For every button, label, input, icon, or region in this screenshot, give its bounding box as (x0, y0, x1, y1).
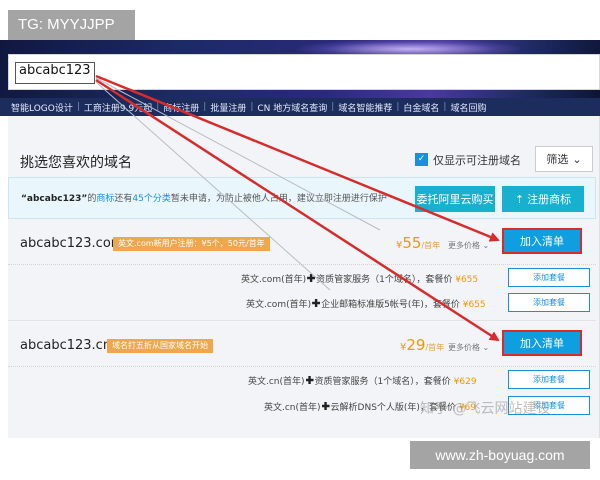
filter-dropdown[interactable]: 筛选 ⌄ (535, 146, 593, 172)
more-price-toggle[interactable]: 更多价格 ⌄ (448, 342, 489, 353)
promo-tag: 英文.com新用户注册：¥5个，50元/首年 (113, 237, 270, 251)
notice-domain: “abcabc123” (21, 194, 88, 204)
bundle-prefix: 英文.cn(首年) (248, 377, 305, 387)
filter-label[interactable]: 仅显示可注册域名 (433, 152, 521, 168)
nav-item-cn-domain-lookup[interactable]: CN 地方域名查询 (254, 101, 330, 114)
search-box[interactable]: abcabc123 (8, 54, 600, 90)
trademark-link[interactable]: 商标 (96, 194, 114, 204)
filter-dropdown-label: 筛选 (546, 153, 569, 166)
bundle-price: ¥655 (462, 300, 486, 310)
domain-name: abcabc123.cn (20, 338, 112, 353)
notice-text-3: 暂未申请，为防止被他人占用，建议立即注册进行保护 (170, 194, 387, 204)
card-title: 挑选您喜欢的域名 (20, 155, 132, 171)
notice-text: “abcabc123”的商标还有45个分类暂未申请，为防止被他人占用，建议立即注… (21, 191, 387, 204)
card-header: 挑选您喜欢的域名 ✓ 仅显示可注册域名 筛选 ⌄ (8, 143, 596, 175)
bundle-prefix: 英文.com(首年) (241, 275, 307, 285)
domain-price: ¥55/首年 (396, 234, 440, 252)
register-trademark-button[interactable]: ⇡ 注册商标 (502, 186, 584, 212)
price-value: 29 (406, 336, 426, 354)
domain-name: abcabc123.com (20, 236, 124, 251)
add-bundle-button[interactable]: 添加套餐 (508, 293, 590, 312)
bundle-row: 英文.com(首年) 企业邮箱标准版5帐号(年)，套餐价 ¥655 添加套餐 (8, 291, 596, 315)
search-input[interactable]: abcabc123 (15, 62, 95, 84)
nav-item-domain-recommend[interactable]: 域名智能推荐 (335, 101, 395, 114)
chevron-down-icon: ⌄ (572, 152, 582, 166)
bundle-item: 资质管家服务（1个域名） (316, 275, 417, 285)
add-to-list-button[interactable]: 加入清单 (502, 228, 582, 254)
categories-link[interactable]: 45个分类 (132, 194, 170, 204)
domain-row-cn: abcabc123.cn 域名打五折从国家域名开始 ¥29/首年 更多价格 ⌄ … (8, 326, 596, 366)
domain-price: ¥29/首年 (400, 336, 444, 354)
plus-icon (307, 274, 316, 282)
bundle-prefix: 英文.cn(首年) (264, 403, 321, 413)
nav-item-trademark[interactable]: 商标注册 (160, 101, 202, 114)
bundle-text: 英文.cn(首年) 资质管家服务（1个域名），套餐价 ¥629 (248, 374, 477, 387)
bundle-mid: ，套餐价 (423, 300, 463, 310)
bundle-item: 企业邮箱标准版5帐号(年) (321, 300, 424, 310)
tg-badge: TG: MYYJJPP (8, 10, 135, 40)
filter-checkbox[interactable]: ✓ (415, 153, 428, 166)
top-nav: 智能LOGO设计 | 工商注册9.9元起 | 商标注册 | 批量注册 | CN … (0, 98, 600, 116)
price-value: 55 (402, 234, 422, 252)
divider (8, 264, 596, 265)
nav-item-bulk-register[interactable]: 批量注册 (207, 101, 249, 114)
promo-tag: 域名打五折从国家域名开始 (107, 339, 213, 353)
more-price-toggle[interactable]: 更多价格 ⌄ (448, 240, 489, 251)
bundle-mid: ，套餐价 (414, 377, 454, 387)
nav-item-domain-buyback[interactable]: 域名回购 (447, 101, 489, 114)
footer-url-badge: www.zh-boyuag.com (410, 441, 590, 469)
bundle-prefix: 英文.com(首年) (246, 300, 312, 310)
add-to-list-button[interactable]: 加入清单 (502, 330, 582, 356)
zhihu-watermark: 知乎 @飞云网站建设 (420, 401, 551, 417)
add-bundle-button[interactable]: 添加套餐 (508, 370, 590, 389)
divider (8, 366, 596, 367)
price-unit: /首年 (421, 241, 441, 250)
bundle-text: 英文.com(首年) 企业邮箱标准版5帐号(年)，套餐价 ¥655 (246, 297, 486, 310)
plus-icon (321, 402, 330, 410)
upload-icon: ⇡ (514, 192, 525, 206)
domain-row-com: abcabc123.com 英文.com新用户注册：¥5个，50元/首年 ¥55… (8, 224, 596, 264)
nav-item-business-registration[interactable]: 工商注册9.9元起 (81, 101, 155, 114)
notice-text-1: 的 (87, 194, 97, 204)
add-bundle-button[interactable]: 添加套餐 (508, 268, 590, 287)
divider (8, 320, 596, 321)
notice-text-2: 还有 (114, 194, 133, 204)
price-unit: /首年 (425, 343, 445, 352)
bundle-item: 云解析DNS个人版(年) (330, 403, 420, 413)
bundle-row: 英文.com(首年) 资质管家服务（1个域名），套餐价 ¥655 添加套餐 (8, 266, 596, 290)
bundle-item: 资质管家服务（1个域名） (314, 377, 415, 387)
plus-icon (305, 376, 314, 384)
entrust-purchase-button[interactable]: 委托阿里云购买 (415, 186, 495, 212)
bundle-price: ¥655 (455, 275, 479, 285)
nav-item-logo-design[interactable]: 智能LOGO设计 (8, 101, 76, 114)
bundle-mid: ，套餐价 (416, 275, 456, 285)
register-trademark-label: 注册商标 (527, 193, 572, 206)
plus-icon (312, 299, 321, 307)
bundle-price: ¥629 (453, 377, 477, 387)
bundle-row: 英文.cn(首年) 资质管家服务（1个域名），套餐价 ¥629 添加套餐 (8, 368, 596, 392)
trademark-notice: “abcabc123”的商标还有45个分类暂未申请，为防止被他人占用，建议立即注… (8, 177, 596, 219)
bundle-text: 英文.com(首年) 资质管家服务（1个域名），套餐价 ¥655 (241, 272, 478, 285)
nav-item-platinum-domain[interactable]: 白金域名 (400, 101, 442, 114)
